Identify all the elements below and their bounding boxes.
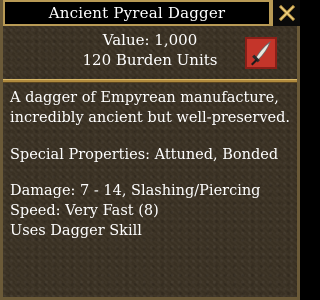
skill-stat: Uses Dagger Skill: [10, 223, 142, 239]
speed-stat: Speed: Very Fast (8): [10, 203, 159, 219]
special-properties: Special Properties: Attuned, Bonded: [10, 147, 279, 163]
divider: [3, 79, 297, 83]
item-icon-frame: [245, 37, 277, 69]
title-bar[interactable]: Ancient Pyreal Dagger: [3, 0, 271, 26]
damage-stat: Damage: 7 - 14, Slashing/Piercing: [10, 183, 261, 199]
close-x-icon: [278, 4, 295, 22]
description-line: A dagger of Empyrean manufacture,: [10, 90, 279, 106]
item-description: A dagger of Empyrean manufacture, incred…: [10, 88, 292, 241]
dagger-icon: [251, 40, 271, 66]
window-title: Ancient Pyreal Dagger: [48, 4, 226, 22]
description-line: incredibly ancient but well-preserved.: [10, 110, 290, 126]
close-button[interactable]: [271, 0, 300, 26]
